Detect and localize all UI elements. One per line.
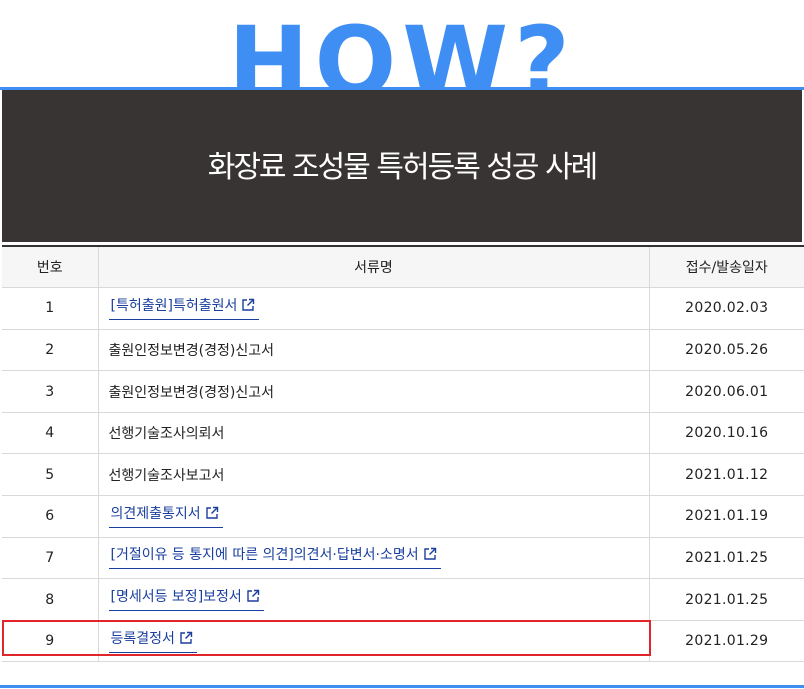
row-number: 9 xyxy=(2,620,99,663)
bottom-divider xyxy=(0,685,804,688)
row-date: 2021.01.12 xyxy=(649,453,804,497)
table-header-row: 번호 서류명 접수/발송일자 xyxy=(2,245,804,289)
table-row: 6 의견제출통지서 2021.01.19 xyxy=(2,495,804,538)
row-document-name-cell: [명세서등 보정]보정서 xyxy=(98,578,650,621)
row-number: 3 xyxy=(2,370,99,413)
external-link-icon xyxy=(205,506,219,520)
document-link[interactable]: [거절이유 등 통지에 따른 의견]의견서·답변서·소명서 xyxy=(108,546,441,570)
table-row: 2 출원인정보변경(경정)신고서 2020.05.26 xyxy=(2,329,804,372)
row-date: 2020.02.03 xyxy=(649,287,804,330)
table-row: 4 선행기술조사의뢰서 2020.10.16 xyxy=(2,412,804,455)
row-number: 2 xyxy=(2,329,99,372)
table-row: 9 등록결정서 2021.01.29 xyxy=(2,620,804,663)
document-link-label: [거절이유 등 통지에 따른 의견]의견서·답변서·소명서 xyxy=(110,547,419,564)
document-table: 번호 서류명 접수/발송일자 1 [특허출원]특허출원서 2020.02.03 2 출원… xyxy=(2,245,804,663)
document-link-label: [특허출원]특허출원서 xyxy=(110,297,238,314)
banner-title: 화장료 조성물 특허등록 성공 사례 xyxy=(207,150,599,185)
row-document-name-cell: 선행기술조사보고서 xyxy=(98,453,650,497)
row-number: 7 xyxy=(2,537,99,580)
row-document-name-cell: [거절이유 등 통지에 따른 의견]의견서·답변서·소명서 xyxy=(98,537,650,580)
header-date: 접수/발송일자 xyxy=(649,245,804,289)
banner: 화장료 조성물 특허등록 성공 사례 xyxy=(2,90,802,242)
row-document-name-cell: 출원인정보변경(경정)신고서 xyxy=(98,370,650,413)
row-number: 6 xyxy=(2,495,99,538)
document-name: 선행기술조사의뢰서 xyxy=(108,426,225,443)
document-link[interactable]: 등록결정서 xyxy=(108,630,197,653)
document-link[interactable]: [특허출원]특허출원서 xyxy=(108,297,260,320)
external-link-icon xyxy=(246,589,260,603)
document-name: 선행기술조사보고서 xyxy=(108,467,225,484)
row-number: 4 xyxy=(2,412,99,455)
row-number: 1 xyxy=(2,287,99,330)
header-document-name: 서류명 xyxy=(98,245,650,289)
external-link-icon xyxy=(179,631,193,645)
row-date: 2021.01.19 xyxy=(649,495,804,538)
row-number: 5 xyxy=(2,453,99,497)
external-link-icon xyxy=(241,298,255,312)
table-body: 1 [특허출원]특허출원서 2020.02.03 2 출원인정보변경(경정)신고서 202… xyxy=(2,287,804,663)
row-document-name-cell: 선행기술조사의뢰서 xyxy=(98,412,650,455)
document-link[interactable]: [명세서등 보정]보정서 xyxy=(108,588,264,612)
row-document-name-cell: [특허출원]특허출원서 xyxy=(98,287,650,330)
row-date: 2020.06.01 xyxy=(649,370,804,413)
row-document-name-cell: 의견제출통지서 xyxy=(98,495,650,538)
table-row: 1 [특허출원]특허출원서 2020.02.03 xyxy=(2,287,804,330)
table-row: 8 [명세서등 보정]보정서 2021.01.25 xyxy=(2,578,804,621)
external-link-icon xyxy=(423,547,437,561)
row-document-name-cell: 출원인정보변경(경정)신고서 xyxy=(98,329,650,372)
table-row: 5 선행기술조사보고서 2021.01.12 xyxy=(2,453,804,497)
row-date: 2020.10.16 xyxy=(649,412,804,455)
row-date: 2020.05.26 xyxy=(649,329,804,372)
document-link[interactable]: 의견제출통지서 xyxy=(108,505,223,528)
table-row: 3 출원인정보변경(경정)신고서 2020.06.01 xyxy=(2,370,804,413)
hero-heading: HOW? xyxy=(0,0,804,90)
row-date: 2021.01.29 xyxy=(649,620,804,663)
document-name: 출원인정보변경(경정)신고서 xyxy=(108,342,274,359)
hero-text: HOW? xyxy=(228,14,576,90)
row-date: 2021.01.25 xyxy=(649,537,804,580)
document-link-label: [명세서등 보정]보정서 xyxy=(110,589,242,606)
row-date: 2021.01.25 xyxy=(649,578,804,621)
document-name: 출원인정보변경(경정)신고서 xyxy=(108,384,274,401)
header-number: 번호 xyxy=(2,245,99,289)
row-number: 8 xyxy=(2,578,99,621)
document-link-label: 의견제출통지서 xyxy=(110,505,201,522)
table-row: 7 [거절이유 등 통지에 따른 의견]의견서·답변서·소명서 2021.01.25 xyxy=(2,537,804,580)
row-document-name-cell: 등록결정서 xyxy=(98,620,650,663)
document-link-label: 등록결정서 xyxy=(110,630,175,647)
